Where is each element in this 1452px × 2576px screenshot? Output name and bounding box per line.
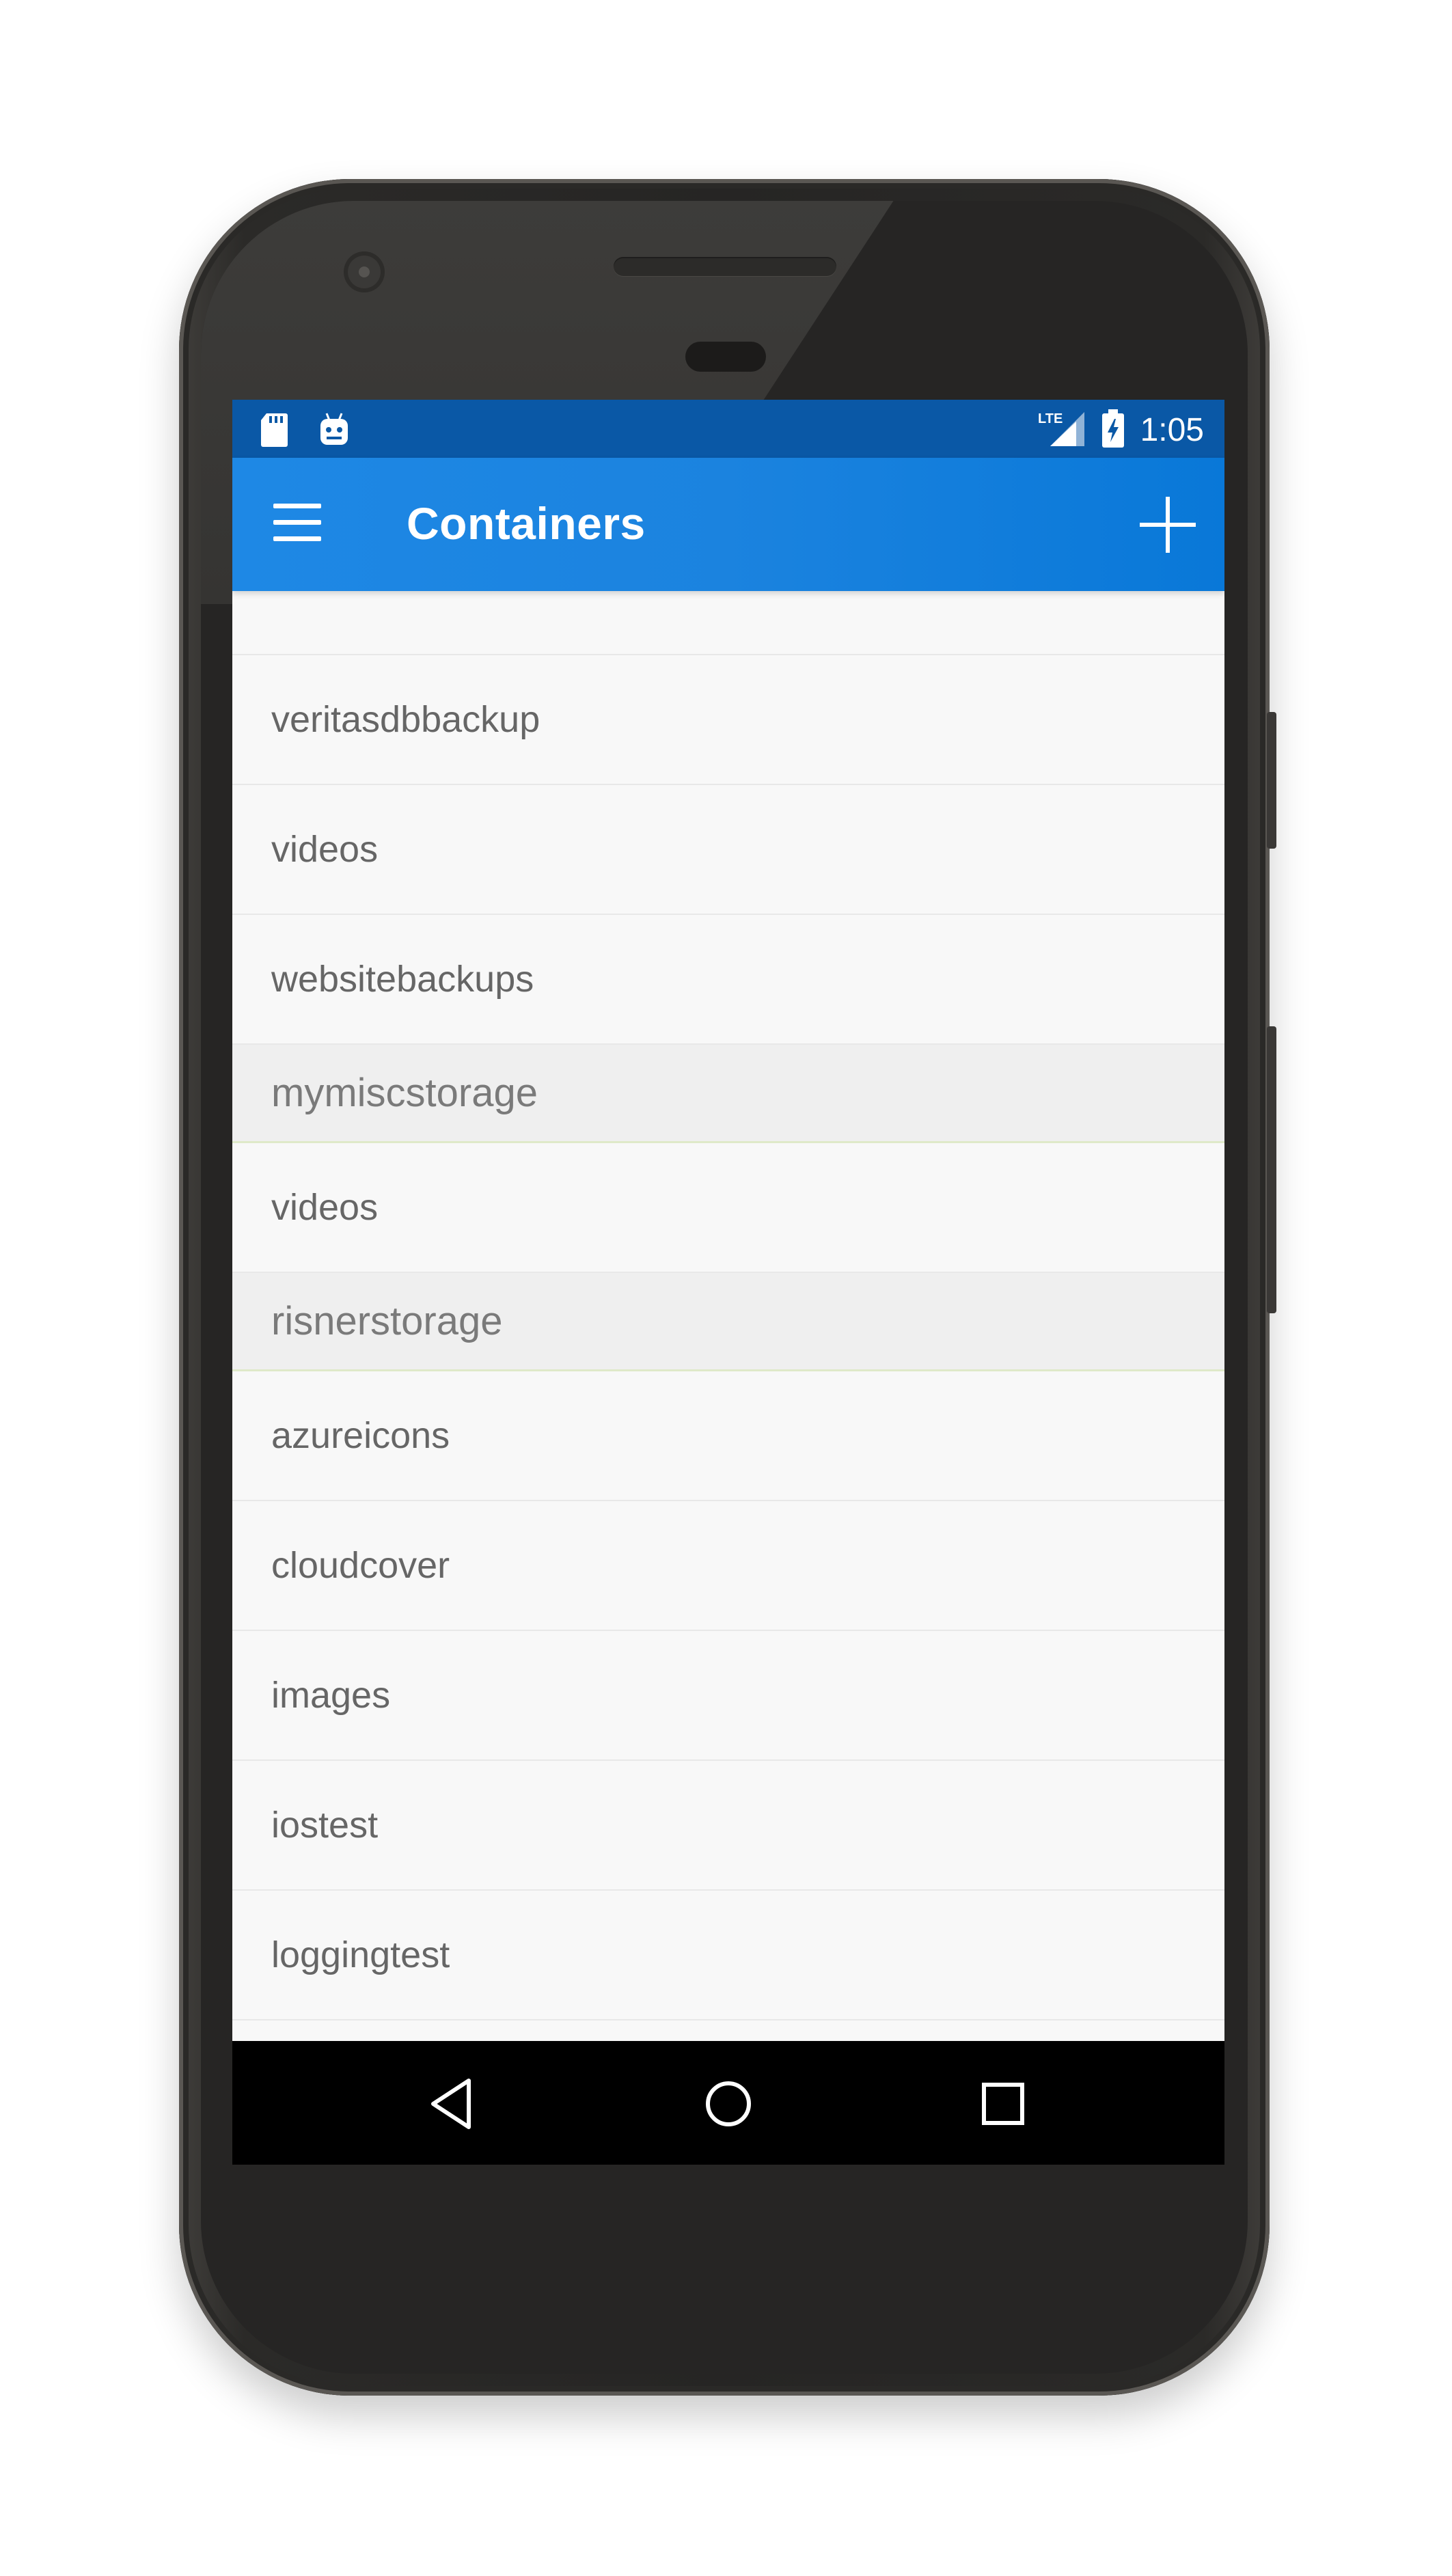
android-debug-icon [318,412,350,451]
front-camera [344,251,385,292]
container-list: veritasdbbackup videos websitebackups my… [232,591,1224,2041]
app-bar: Containers [232,458,1224,591]
sd-card-icon [260,412,288,451]
volume-button [1267,1026,1276,1313]
list-item-label: videos [271,829,379,870]
earpiece-speaker [614,257,836,276]
list-item[interactable]: websitebackups [232,915,1224,1045]
list-item[interactable]: videos [232,1143,1224,1273]
list-item-label: veritasdbbackup [271,699,540,740]
list-item[interactable]: iostest [232,1761,1224,1891]
home-icon[interactable] [700,2075,757,2133]
list-item-label: videos [271,1187,379,1228]
recents-icon[interactable] [974,2075,1032,2133]
list-item-partial [232,591,1224,655]
list-item-label: iostest [271,1805,379,1846]
screen: LTE 1:05 Containers veritasdbbackup vide… [232,400,1224,2165]
list-item[interactable]: veritasdbbackup [232,655,1224,785]
list-item-label: images [271,1675,391,1716]
add-icon[interactable] [1138,495,1197,554]
hamburger-menu-icon[interactable] [273,504,321,542]
list-item[interactable]: loggingtest [232,1891,1224,2020]
navigation-bar [232,2041,1224,2165]
list-item[interactable]: videos [232,785,1224,915]
page-title: Containers [407,498,646,549]
list-item-label: loggingtest [271,1934,450,1975]
list-item-label: cloudcover [271,1545,450,1586]
list-item[interactable]: cloudcover [232,1501,1224,1631]
section-header-label: mymiscstorage [271,1071,538,1115]
section-header-label: risnerstorage [271,1299,503,1343]
list-item[interactable]: azureicons [232,1371,1224,1501]
lte-signal-icon: LTE [1038,409,1086,451]
status-bar: LTE 1:05 [232,400,1224,458]
section-header: risnerstorage [232,1273,1224,1371]
list-item-label: azureicons [271,1415,450,1456]
status-time: 1:05 [1140,412,1204,448]
network-label: LTE [1038,411,1063,426]
power-button [1267,712,1276,849]
list-item[interactable]: newtest [232,2020,1224,2041]
proximity-sensor [685,342,766,372]
section-header: mymiscstorage [232,1045,1224,1143]
stage: LTE 1:05 Containers veritasdbbackup vide… [0,0,1452,2576]
battery-charging-icon [1101,409,1125,451]
list-item[interactable]: images [232,1631,1224,1761]
back-icon[interactable] [425,2075,482,2133]
list-item-label: websitebackups [271,959,534,1000]
